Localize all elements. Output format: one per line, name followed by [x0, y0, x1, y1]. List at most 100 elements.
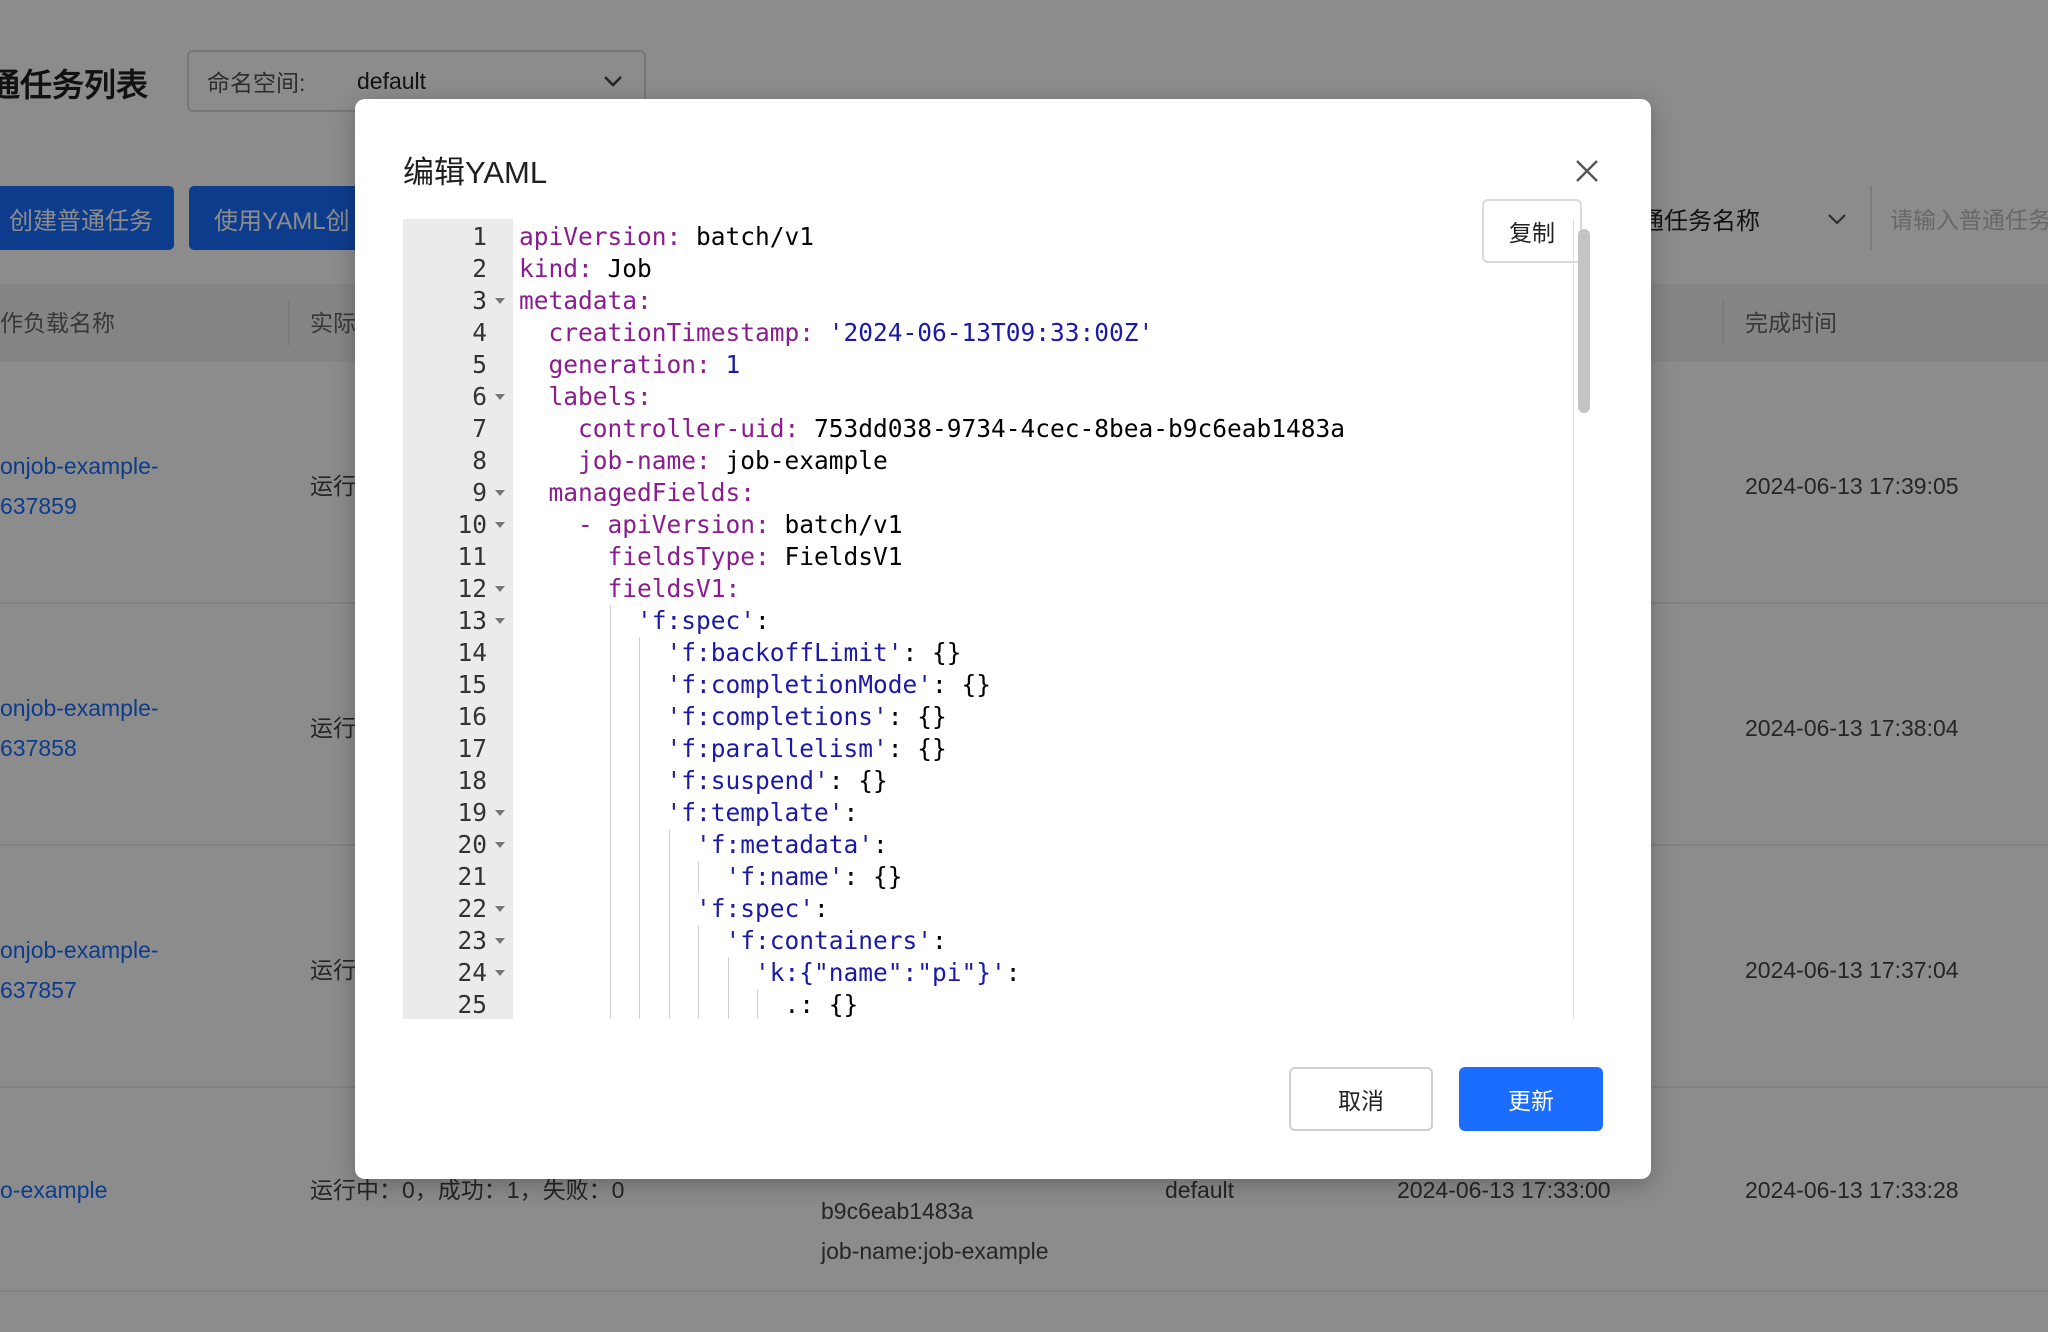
code-text: kind: Job: [519, 254, 652, 283]
code-line[interactable]: 14 'f:backoffLimit': {}: [403, 637, 1603, 669]
code-line[interactable]: 11 fieldsType: FieldsV1: [403, 541, 1603, 573]
close-icon[interactable]: [1573, 157, 1601, 185]
line-number: 2: [472, 254, 487, 283]
code-text: job-name: job-example: [578, 446, 888, 475]
line-number: 4: [472, 318, 487, 347]
code-line[interactable]: 15 'f:completionMode': {}: [403, 669, 1603, 701]
indent-guide: [609, 605, 611, 637]
indent-guide: [609, 797, 611, 829]
code-line[interactable]: 4 creationTimestamp: '2024-06-13T09:33:00…: [403, 317, 1603, 349]
code-text: .: {}: [784, 990, 859, 1019]
code-line[interactable]: 13 'f:spec':: [403, 605, 1603, 637]
indent-guide: [639, 861, 640, 893]
code-text: fieldsV1:: [607, 574, 741, 603]
code-line[interactable]: 3 metadata:: [403, 285, 1603, 317]
code-text: 'f:spec':: [637, 606, 770, 635]
fold-arrow-icon[interactable]: [495, 586, 505, 592]
line-number: 13: [457, 606, 487, 635]
line-number: 19: [457, 798, 487, 827]
indent-guide: [639, 893, 640, 925]
indent-guide: [609, 765, 611, 797]
code-line[interactable]: 16 'f:completions': {}: [403, 701, 1603, 733]
indent-guide: [639, 669, 640, 701]
code-text: 'f:template':: [666, 798, 859, 827]
code-line[interactable]: 21 'f:name': {}: [403, 861, 1603, 893]
code-text: managedFields:: [548, 478, 756, 507]
fold-arrow-icon[interactable]: [495, 522, 505, 528]
yaml-editor[interactable]: 1 apiVersion: batch/v1 2 kind: Job 3 metadata…: [403, 219, 1603, 1019]
code-line[interactable]: 22 'f:spec':: [403, 893, 1603, 925]
indent-guide: [639, 957, 640, 989]
fold-arrow-icon[interactable]: [495, 970, 505, 976]
line-number: 5: [472, 350, 487, 379]
indent-guide: [668, 829, 670, 861]
code-line[interactable]: 20 'f:metadata':: [403, 829, 1603, 861]
indent-guide: [698, 925, 699, 957]
fold-arrow-icon[interactable]: [495, 490, 505, 496]
code-text: 'f:containers':: [725, 926, 947, 955]
cancel-button[interactable]: 取消: [1289, 1067, 1433, 1131]
code-line[interactable]: 9 managedFields:: [403, 477, 1603, 509]
line-number: 11: [457, 542, 487, 571]
code-line[interactable]: 17 'f:parallelism': {}: [403, 733, 1603, 765]
indent-guide: [698, 861, 699, 893]
code-line[interactable]: 5 generation: 1: [403, 349, 1603, 381]
code-line[interactable]: 12 fieldsV1:: [403, 573, 1603, 605]
code-line[interactable]: 2 kind: Job: [403, 253, 1603, 285]
indent-guide: [639, 829, 640, 861]
line-number: 14: [457, 638, 487, 667]
code-text: metadata:: [519, 286, 652, 315]
line-number: 16: [457, 702, 487, 731]
line-number: 17: [457, 734, 487, 763]
indent-guide: [609, 637, 611, 669]
line-number: 12: [457, 574, 487, 603]
code-text: - apiVersion: batch/v1: [578, 510, 903, 539]
fold-arrow-icon[interactable]: [495, 618, 505, 624]
indent-guide: [727, 957, 729, 989]
code-line[interactable]: 23 'f:containers':: [403, 925, 1603, 957]
code-line[interactable]: 7 controller-uid: 753dd038-9734-4cec-8bea…: [403, 413, 1603, 445]
fold-arrow-icon[interactable]: [495, 938, 505, 944]
fold-arrow-icon[interactable]: [495, 394, 505, 400]
editor-scrollbar[interactable]: [1573, 219, 1591, 1019]
code-text: apiVersion: batch/v1: [519, 222, 815, 251]
line-number: 23: [457, 926, 487, 955]
copy-button[interactable]: 复制: [1482, 199, 1582, 263]
indent-guide: [639, 797, 640, 829]
indent-guide: [639, 733, 640, 765]
line-number: 25: [457, 990, 487, 1019]
dialog-title: 编辑YAML: [403, 155, 548, 190]
code-line[interactable]: 24 'k:{"name":"pi"}':: [403, 957, 1603, 989]
scrollbar-thumb[interactable]: [1578, 229, 1590, 413]
code-line[interactable]: 18 'f:suspend': {}: [403, 765, 1603, 797]
code-text: controller-uid: 753dd038-9734-4cec-8bea-…: [578, 414, 1346, 443]
line-number: 8: [472, 446, 487, 475]
indent-guide: [668, 861, 670, 893]
code-line[interactable]: 8 job-name: job-example: [403, 445, 1603, 477]
indent-guide: [609, 957, 611, 989]
indent-guide: [639, 765, 640, 797]
line-number: 3: [472, 286, 487, 315]
code-line[interactable]: 1 apiVersion: batch/v1: [403, 221, 1603, 253]
fold-arrow-icon[interactable]: [495, 810, 505, 816]
indent-guide: [639, 925, 640, 957]
line-number: 22: [457, 894, 487, 923]
indent-guide: [609, 861, 611, 893]
line-number: 1: [472, 222, 487, 251]
indent-guide: [609, 669, 611, 701]
code-text: 'f:completions': {}: [666, 702, 947, 731]
line-number: 10: [457, 510, 487, 539]
code-text: generation: 1: [548, 350, 741, 379]
line-number: 18: [457, 766, 487, 795]
indent-guide: [668, 957, 670, 989]
code-line[interactable]: 10 - apiVersion: batch/v1: [403, 509, 1603, 541]
update-button[interactable]: 更新: [1459, 1067, 1603, 1131]
fold-arrow-icon[interactable]: [495, 906, 505, 912]
line-number: 20: [457, 830, 487, 859]
code-line[interactable]: 19 'f:template':: [403, 797, 1603, 829]
code-line[interactable]: 25 .: {}: [403, 989, 1603, 1019]
fold-arrow-icon[interactable]: [495, 842, 505, 848]
fold-arrow-icon[interactable]: [495, 298, 505, 304]
code-line[interactable]: 6 labels:: [403, 381, 1603, 413]
indent-guide: [609, 989, 611, 1019]
